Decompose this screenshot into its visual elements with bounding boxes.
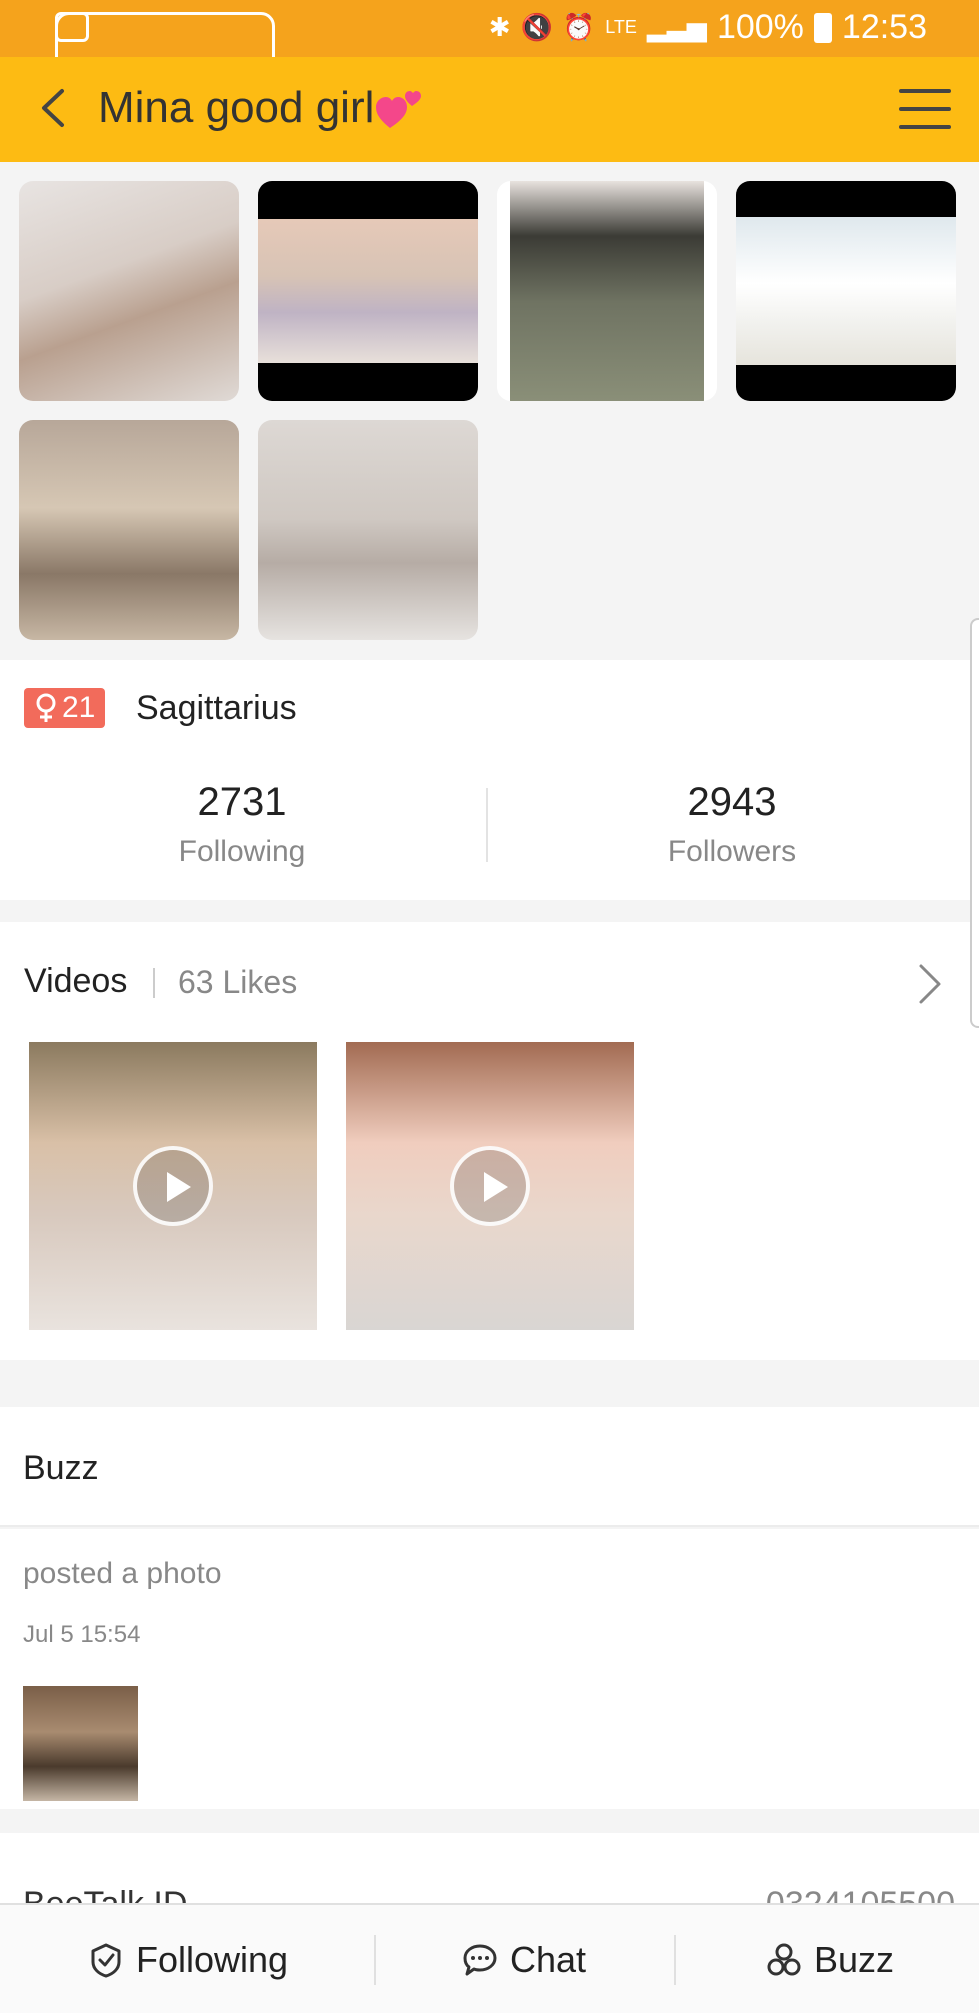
videos-title[interactable]: Videos — [24, 962, 127, 1001]
buzz-post[interactable]: posted a photo Jul 5 15:54 — [0, 1529, 979, 1809]
profile-photo[interactable] — [19, 181, 239, 401]
two-hearts-icon — [376, 88, 422, 132]
chat-button-label: Chat — [510, 1939, 587, 1980]
profile-photo[interactable] — [258, 181, 478, 401]
id-row: BeeTalk ID 0324105500 — [0, 1833, 979, 1913]
followers-label: Followers — [667, 835, 797, 868]
battery-icon — [813, 12, 832, 43]
buzz-button[interactable]: Buzz — [766, 1905, 894, 2013]
buzz-button-label: Buzz — [814, 1939, 895, 1980]
buzz-header: Buzz — [0, 1407, 979, 1527]
age: 21 — [62, 691, 96, 724]
play-icon[interactable] — [450, 1146, 530, 1226]
videos-section: Videos 63 Likes — [0, 922, 979, 1360]
following-button[interactable]: Following — [88, 1905, 288, 2013]
signal-icon: ▂▃▅ — [646, 12, 707, 42]
zodiac-sign: Sagittarius — [136, 689, 297, 727]
status-bar: ✱ 🔇 ⏰ LTE ▂▃▅ 100% 12:53 — [0, 0, 979, 232]
chat-bubble-icon — [463, 1944, 497, 1976]
profile-photo[interactable] — [736, 181, 956, 401]
followers-count: 2943 — [687, 780, 777, 824]
video-thumbnail[interactable] — [29, 1042, 317, 1330]
alarm-icon: ⏰ — [562, 12, 596, 42]
post-photo[interactable] — [23, 1686, 138, 1801]
shield-check-icon — [91, 1943, 121, 1978]
page-title: Mina good girl — [98, 83, 422, 133]
bottom-action-bar: Following Chat Buzz — [0, 1903, 979, 2013]
chat-button[interactable]: Chat — [462, 1905, 586, 2013]
buzz-title: Buzz — [23, 1449, 99, 1487]
back-arrow-icon[interactable] — [30, 83, 80, 133]
chevron-right-icon[interactable] — [915, 962, 945, 1006]
divider — [674, 1935, 676, 1985]
divider — [374, 1935, 376, 1985]
battery-percent: 100% — [716, 8, 804, 46]
following-count: 2731 — [197, 780, 287, 824]
following-label: Following — [178, 835, 306, 868]
bluetooth-icon: ✱ — [488, 12, 511, 42]
menu-icon[interactable] — [899, 87, 951, 131]
profile-photo[interactable] — [497, 181, 717, 401]
mute-icon: 🔇 — [520, 12, 553, 42]
profile-photo[interactable] — [258, 420, 478, 640]
clock: 12:53 — [841, 8, 927, 46]
divider — [153, 968, 155, 998]
stat-divider — [486, 788, 488, 862]
profile-name: Mina good girl — [98, 83, 375, 132]
gender-age-badge: 21 — [24, 688, 106, 728]
following-button-label: Following — [136, 1939, 289, 1980]
video-thumbnail[interactable] — [346, 1042, 634, 1330]
scroll-indicator — [970, 618, 979, 1028]
following-stat[interactable]: 2731 Following — [42, 780, 442, 869]
post-timestamp: Jul 5 15:54 — [23, 1621, 141, 1648]
play-icon[interactable] — [133, 1146, 213, 1226]
buzz-circles-icon — [767, 1943, 801, 1976]
title-bar: Mina good girl — [0, 57, 979, 162]
videos-likes: 63 Likes — [178, 964, 298, 1000]
followers-stat[interactable]: 2943 Followers — [532, 780, 932, 869]
profile-photo[interactable] — [19, 420, 239, 640]
photo-grid — [0, 162, 979, 660]
network-type: LTE — [605, 17, 637, 37]
female-icon — [36, 693, 56, 722]
profile-info: 21 Sagittarius 2731 Following 2943 Follo… — [0, 660, 979, 900]
post-action: posted a photo — [23, 1557, 222, 1590]
